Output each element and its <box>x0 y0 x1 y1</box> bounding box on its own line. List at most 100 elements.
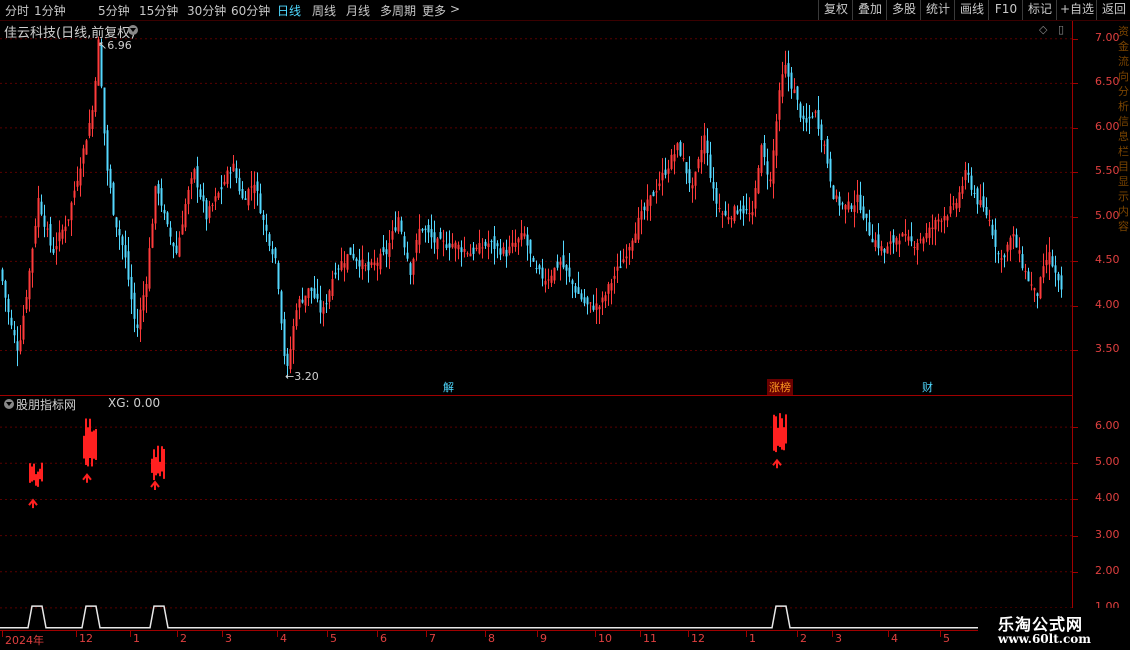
candle-body-350 <box>1051 256 1054 267</box>
candle-body-201 <box>604 295 607 302</box>
candle-body-284 <box>853 205 856 212</box>
marker-cai[interactable]: 财 <box>922 379 933 395</box>
candle-body-23 <box>70 202 73 221</box>
candle-body-113 <box>340 261 343 271</box>
candle-body-136 <box>409 263 412 275</box>
candle-body-252 <box>757 168 760 194</box>
candle-body-245 <box>736 210 739 214</box>
period-8[interactable]: 月线 <box>346 2 370 19</box>
candle-body-341 <box>1024 271 1027 273</box>
candle-body-1 <box>4 281 7 298</box>
candle-body-143 <box>430 229 433 238</box>
period-0[interactable]: 分时 <box>5 2 29 19</box>
candle-body-127 <box>382 247 385 252</box>
candlestick-chart[interactable] <box>0 21 1072 395</box>
candle-body-166 <box>499 248 502 255</box>
candle-body-56 <box>169 227 172 237</box>
toolbar-button-0[interactable]: 复权 <box>818 0 853 20</box>
candle-body-9 <box>28 270 31 300</box>
candle-body-232 <box>697 159 700 169</box>
candle-body-306 <box>919 239 922 241</box>
candle-body-96 <box>289 349 292 370</box>
candle-body-145 <box>436 238 439 250</box>
toolbar-button-3[interactable]: 统计 <box>920 0 955 20</box>
candle-body-290 <box>871 238 874 243</box>
period-9[interactable]: 多周期 <box>380 2 416 19</box>
xg-signal-line <box>0 605 1072 629</box>
candle-body-165 <box>496 243 499 247</box>
candle-body-248 <box>745 209 748 211</box>
candle-body-36 <box>109 168 112 188</box>
candle-body-122 <box>367 261 370 271</box>
date-label-11: 10 <box>595 631 612 645</box>
date-label-13: 12 <box>688 631 705 645</box>
watermark: 乐淘公式网 www.60lt.com <box>978 608 1130 650</box>
candle-body-50 <box>151 223 154 248</box>
candle-body-275 <box>826 139 829 164</box>
candle-body-224 <box>673 154 676 162</box>
candle-body-169 <box>508 246 511 254</box>
period-5[interactable]: 60分钟 <box>231 2 270 19</box>
candle-body-280 <box>841 203 844 205</box>
period-10[interactable]: 更多 <box>422 2 446 19</box>
toolbar-button-5[interactable]: F10 <box>988 0 1023 20</box>
chevron-right-icon[interactable]: > <box>450 2 460 16</box>
candle-body-222 <box>667 168 670 174</box>
candle-body-108 <box>325 303 328 305</box>
candle-body-93 <box>280 291 283 324</box>
toolbar-button-8[interactable]: 返回 <box>1096 0 1130 20</box>
marker-jie[interactable]: 解 <box>443 379 454 395</box>
toolbar-button-7[interactable]: +自选 <box>1056 0 1097 20</box>
toolbar-button-2[interactable]: 多股 <box>886 0 921 20</box>
candle-body-184 <box>553 267 556 281</box>
candle-body-6 <box>19 340 22 352</box>
candle-body-281 <box>844 204 847 210</box>
candle-body-19 <box>58 232 61 242</box>
marker-zhangbang[interactable]: 涨榜 <box>767 379 793 395</box>
candle-body-272 <box>817 110 820 129</box>
candle-body-241 <box>724 210 727 216</box>
candle-body-344 <box>1033 288 1036 291</box>
candle-body-214 <box>643 206 646 211</box>
candle-body-8 <box>25 297 28 310</box>
arrow-up-icon <box>28 498 38 509</box>
candle-body-123 <box>370 262 373 266</box>
candle-body-47 <box>142 295 145 311</box>
candle-body-87 <box>262 214 265 220</box>
candle-body-193 <box>580 293 583 300</box>
low-price-annotation: ←3.20 <box>285 370 319 383</box>
candle-body-161 <box>484 241 487 246</box>
price-tick-7: 3.50 <box>1095 342 1120 356</box>
price-tick-3: 5.50 <box>1095 164 1120 178</box>
candle-body-305 <box>916 242 919 251</box>
period-toolbar: 分时 1分钟 5分钟 15分钟 30分钟 60分钟 日线 周线 月线 多周期 更多 > 返回 +自选 标记 F… <box>0 0 1130 21</box>
indicator-chart[interactable] <box>0 395 1072 630</box>
candle-body-330 <box>991 224 994 236</box>
candle-body-257 <box>772 150 775 184</box>
candle-body-329 <box>988 220 991 222</box>
candles <box>1 36 1063 378</box>
candle-body-63 <box>190 178 193 184</box>
toolbar-button-4[interactable]: 画线 <box>954 0 989 20</box>
candle-body-135 <box>406 252 409 259</box>
period-2[interactable]: 5分钟 <box>98 2 130 19</box>
sub-tick-2: 4.00 <box>1095 491 1120 505</box>
candle-body-43 <box>130 276 133 300</box>
period-1[interactable]: 1分钟 <box>34 2 66 19</box>
candle-body-57 <box>172 242 175 247</box>
candle-body-58 <box>175 245 178 253</box>
period-3[interactable]: 15分钟 <box>139 2 178 19</box>
candle-body-98 <box>295 310 298 327</box>
candle-body-130 <box>391 231 394 240</box>
candle-body-233 <box>700 149 703 163</box>
low-price-label: 3.20 <box>294 370 319 383</box>
candle-body-174 <box>523 233 526 237</box>
period-6[interactable]: 日线 <box>277 2 301 19</box>
candle-body-16 <box>49 224 52 246</box>
period-4[interactable]: 30分钟 <box>187 2 226 19</box>
candle-body-286 <box>859 194 862 211</box>
toolbar-button-1[interactable]: 叠加 <box>852 0 887 20</box>
toolbar-button-6[interactable]: 标记 <box>1022 0 1057 20</box>
candle-body-97 <box>292 326 295 350</box>
period-7[interactable]: 周线 <box>312 2 336 19</box>
